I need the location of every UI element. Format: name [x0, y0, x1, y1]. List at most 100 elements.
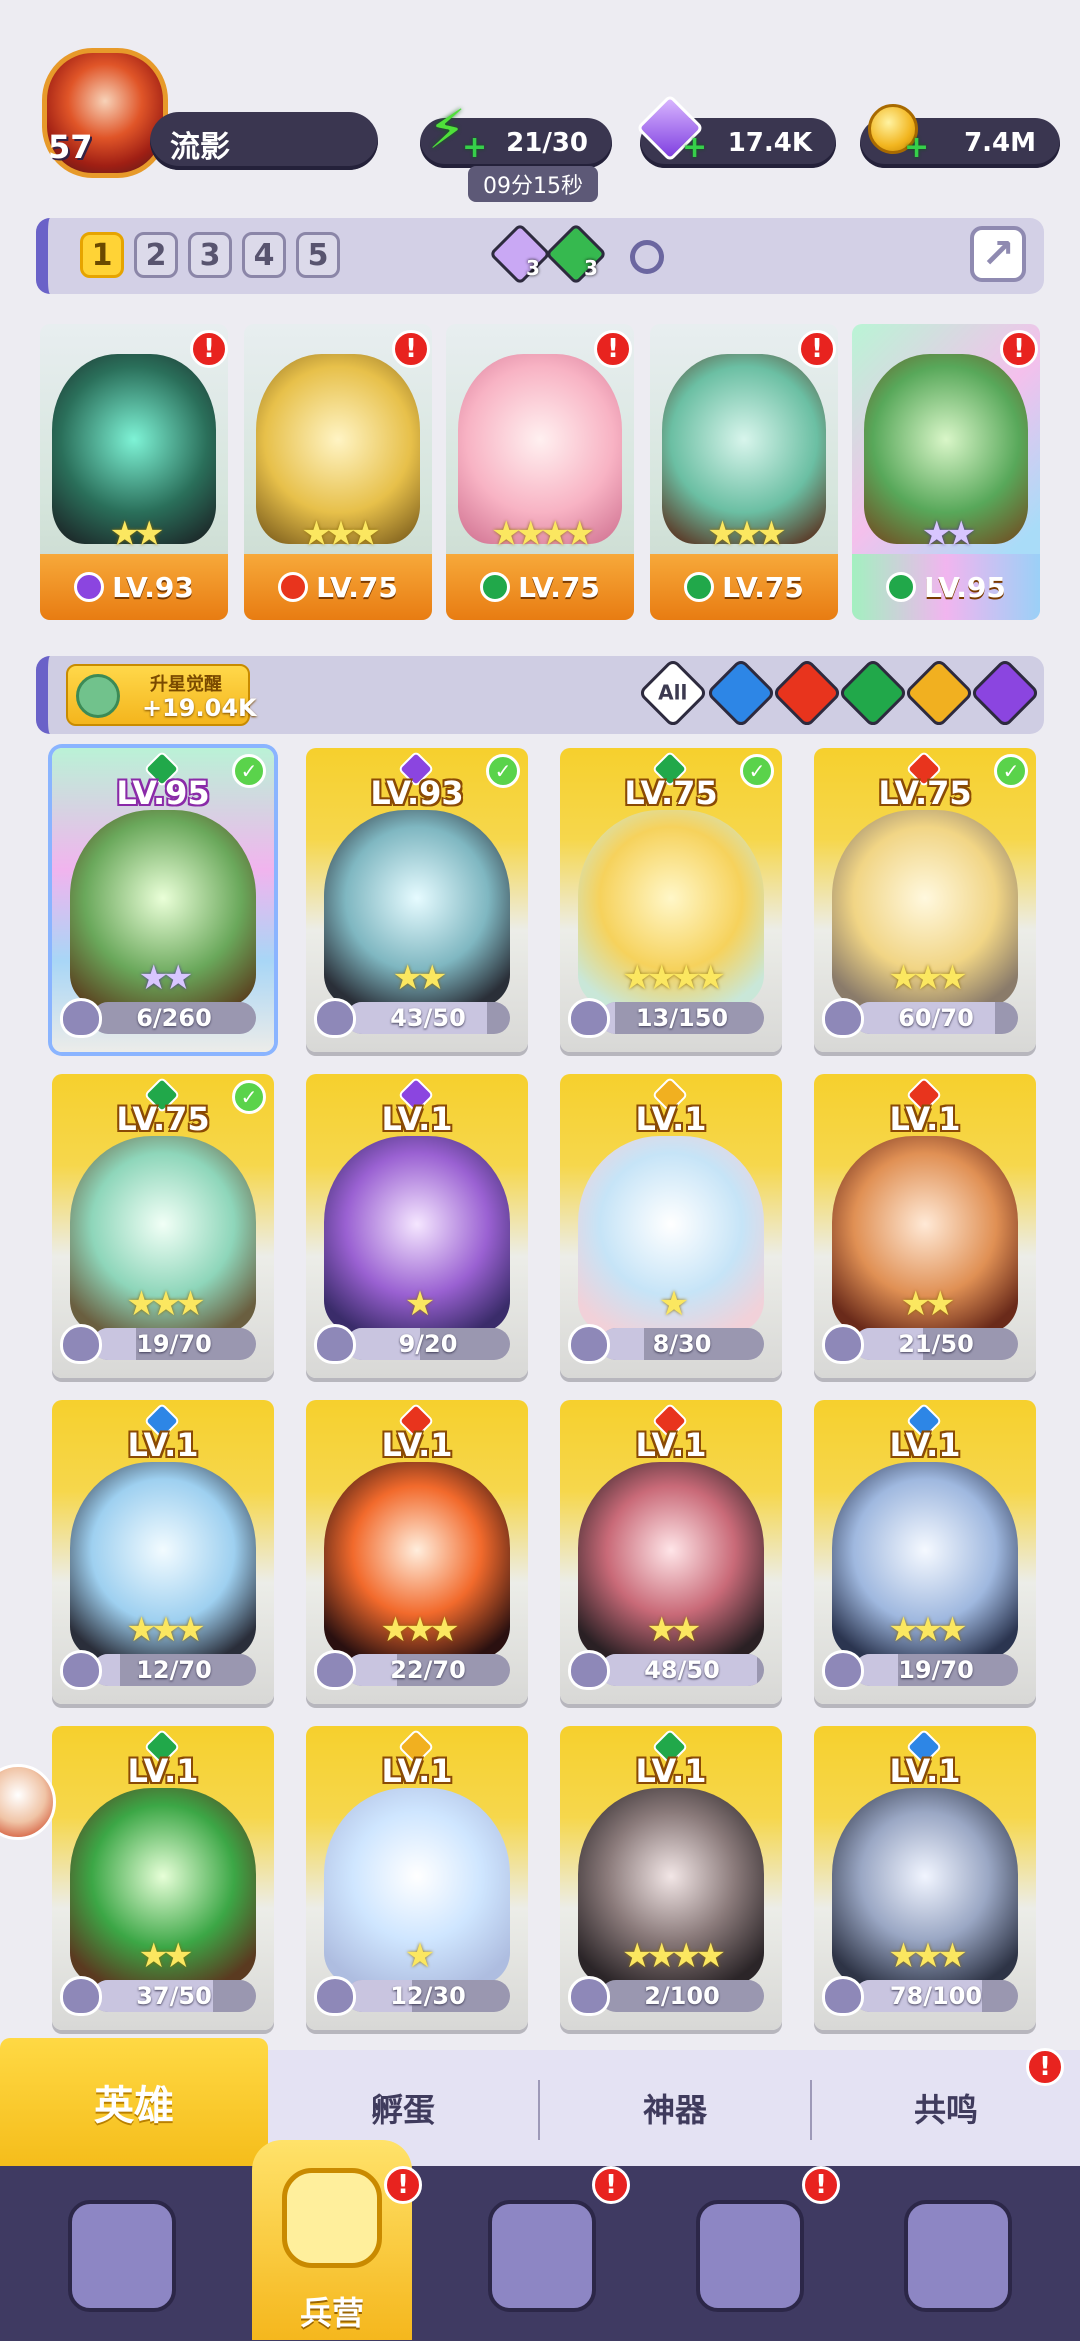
- hero-level: LV.1: [889, 1752, 961, 1790]
- team-slot-1[interactable]: 1: [80, 232, 124, 278]
- hero-card[interactable]: LV.75 ★★★ 19/70 ✓: [52, 1074, 274, 1378]
- shard-progress-bar: 2/100: [600, 1980, 764, 2012]
- hero-stars: ★: [404, 1284, 435, 1324]
- team-level: LV.95: [924, 570, 1006, 604]
- hero-card[interactable]: LV.1 ★★★ 19/70: [814, 1400, 1036, 1704]
- team-slot-3[interactable]: 3: [188, 232, 232, 278]
- profile-nav-icon[interactable]: [904, 2200, 1012, 2312]
- alert-badge: !: [190, 330, 228, 368]
- in-team-check-icon: ✓: [232, 1080, 266, 1114]
- energy-timer: 09分15秒: [468, 166, 598, 202]
- alert-badge: !: [594, 330, 632, 368]
- hero-stars: ★★: [138, 1936, 194, 1976]
- team-card[interactable]: ★★★ LV.75: [244, 324, 432, 620]
- shard-progress-bar: 43/50: [346, 1002, 510, 1034]
- hero-card[interactable]: LV.1 ★★ 48/50: [560, 1400, 782, 1704]
- shard-icon: [60, 1976, 102, 2016]
- barracks-icon: [282, 2168, 382, 2268]
- shard-progress-bar: 13/150: [600, 1002, 764, 1034]
- hero-level: LV.1: [381, 1752, 453, 1790]
- team-card[interactable]: ★★★★ LV.75: [446, 324, 634, 620]
- gem-value: 17.4K: [727, 128, 812, 158]
- element-icon: [684, 572, 715, 602]
- team-level: LV.93: [112, 570, 194, 604]
- coin-add-icon[interactable]: +: [904, 130, 929, 165]
- shard-icon: [60, 1324, 102, 1364]
- share-icon[interactable]: ↗: [970, 226, 1026, 282]
- energy-add-icon[interactable]: +: [462, 130, 487, 165]
- tab-artifacts[interactable]: 神器: [540, 2050, 810, 2166]
- shard-icon: [314, 998, 356, 1038]
- cards-nav-icon[interactable]: [68, 2200, 176, 2312]
- hero-stars: ★★★★: [622, 1936, 726, 1976]
- map-nav-icon[interactable]: [488, 2200, 596, 2312]
- hero-card[interactable]: LV.1 ★★ 37/50: [52, 1726, 274, 2030]
- in-team-check-icon: ✓: [740, 754, 774, 788]
- shard-progress-text: 37/50: [136, 1982, 212, 2010]
- shard-icon: [314, 1324, 356, 1364]
- hero-card[interactable]: LV.1 ★★★ 78/100: [814, 1726, 1036, 2030]
- hero-card[interactable]: LV.95 ★★ 6/260 ✓: [52, 748, 274, 1052]
- search-icon[interactable]: [630, 240, 664, 274]
- shard-icon: [822, 1976, 864, 2016]
- team-level-bar: LV.75: [244, 554, 432, 620]
- shard-progress-text: 78/100: [889, 1982, 983, 2010]
- hero-level: LV.1: [127, 1426, 199, 1464]
- team-card[interactable]: ★★ LV.93: [40, 324, 228, 620]
- hero-stars: ★★★: [707, 514, 786, 554]
- in-team-check-icon: ✓: [994, 754, 1028, 788]
- hero-stars: ★★: [109, 514, 165, 554]
- shard-icon: [568, 998, 610, 1038]
- shard-progress-bar: 48/50: [600, 1654, 764, 1686]
- team-card[interactable]: ★★★ LV.75: [650, 324, 838, 620]
- hero-card[interactable]: LV.75 ★★★ 60/70 ✓: [814, 748, 1036, 1052]
- hero-stars: ★★★: [888, 1610, 967, 1650]
- filter-all-label: All: [658, 680, 688, 705]
- hero-level: LV.1: [127, 1752, 199, 1790]
- hero-card[interactable]: LV.1 ★★★★ 2/100: [560, 1726, 782, 2030]
- team-slot-2[interactable]: 2: [134, 232, 178, 278]
- hero-card[interactable]: LV.1 ★★★ 12/70: [52, 1400, 274, 1704]
- team-slot-5[interactable]: 5: [296, 232, 340, 278]
- hero-level: LV.1: [635, 1100, 707, 1138]
- side-helper-icon[interactable]: [0, 1764, 56, 1840]
- shard-icon: [568, 1324, 610, 1364]
- hero-stars: ★★★: [126, 1610, 205, 1650]
- team-card[interactable]: ★★ LV.95: [852, 324, 1040, 620]
- hero-card[interactable]: LV.1 ★ 8/30: [560, 1074, 782, 1378]
- hero-level: LV.1: [635, 1426, 707, 1464]
- shard-icon: [822, 1650, 864, 1690]
- shard-progress-bar: 8/30: [600, 1328, 764, 1360]
- shard-progress-text: 6/260: [136, 1004, 212, 1032]
- hero-card[interactable]: LV.93 ★★ 43/50 ✓: [306, 748, 528, 1052]
- hero-card[interactable]: LV.1 ★★ 21/50: [814, 1074, 1036, 1378]
- shard-progress-bar: 19/70: [854, 1654, 1018, 1686]
- hero-stars: ★★★: [126, 1284, 205, 1324]
- guild-nav-icon[interactable]: [696, 2200, 804, 2312]
- team-level-bar: LV.75: [650, 554, 838, 620]
- hero-stars: ★★: [900, 1284, 956, 1324]
- alert-badge: !: [592, 2166, 630, 2204]
- shard-progress-bar: 12/70: [92, 1654, 256, 1686]
- hero-card[interactable]: LV.75 ★★★★ 13/150 ✓: [560, 748, 782, 1052]
- shard-progress-bar: 19/70: [92, 1328, 256, 1360]
- alert-badge: !: [1000, 330, 1038, 368]
- element-icon: [886, 572, 917, 602]
- hero-card[interactable]: LV.1 ★★★ 22/70: [306, 1400, 528, 1704]
- team-level: LV.75: [518, 570, 600, 604]
- hero-card[interactable]: LV.1 ★ 12/30: [306, 1726, 528, 2030]
- hero-stars: ★★: [646, 1610, 702, 1650]
- shard-icon: [60, 1650, 102, 1690]
- element-icon: [74, 572, 105, 602]
- gem-add-icon[interactable]: +: [682, 130, 707, 165]
- barracks-nav-button[interactable]: 兵营: [252, 2140, 412, 2340]
- shard-icon: [60, 998, 102, 1038]
- element-icon: [480, 572, 511, 602]
- shard-progress-bar: 22/70: [346, 1654, 510, 1686]
- hero-stars: ★★: [921, 514, 977, 554]
- upgrade-awaken-button[interactable]: 升星觉醒 +19.04K: [66, 664, 257, 726]
- green-badge-count: 3: [584, 256, 598, 280]
- team-slot-4[interactable]: 4: [242, 232, 286, 278]
- tab-heroes[interactable]: 英雄: [0, 2038, 268, 2166]
- hero-card[interactable]: LV.1 ★ 9/20: [306, 1074, 528, 1378]
